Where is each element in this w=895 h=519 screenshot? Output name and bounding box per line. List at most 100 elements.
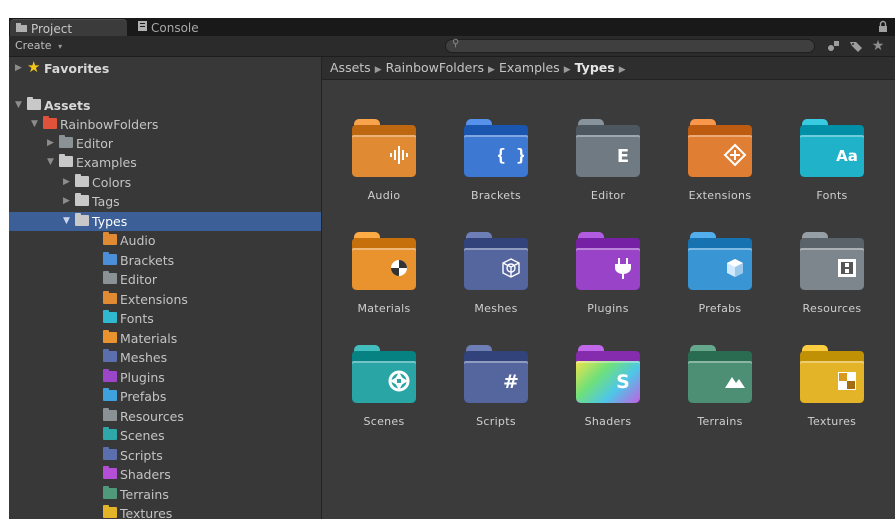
asset-folder-scenes[interactable]: Scenes [334, 345, 434, 455]
svg-text:E: E [617, 146, 629, 167]
asset-folder-terrains[interactable]: Terrains [670, 345, 770, 455]
tree-item-scripts[interactable]: Scripts [9, 446, 321, 465]
tree-item-plugins[interactable]: Plugins [9, 368, 321, 387]
chevron-down-icon: ▾ [58, 42, 63, 51]
tree-item-label: Resources [120, 409, 184, 424]
folder-icon [103, 252, 117, 265]
asset-folder-brackets[interactable]: { } Brackets [446, 119, 546, 229]
folder-icon [103, 408, 117, 421]
folder-icon: # [464, 345, 528, 403]
material-sphere-icon [386, 255, 412, 281]
tab-console-label: Console [151, 21, 199, 35]
search-by-type-icon[interactable] [827, 39, 841, 53]
asset-folder-materials[interactable]: Materials [334, 232, 434, 342]
collapse-arrow-icon[interactable]: ▶ [63, 173, 73, 192]
tree-item-favorites[interactable]: ▶ ★ Favorites [9, 58, 321, 78]
tree-item-textures[interactable]: Textures [9, 504, 321, 519]
tree-item-rainbowfolders[interactable]: ▼ RainbowFolders [9, 115, 321, 134]
tree-item-prefabs[interactable]: Prefabs [9, 387, 321, 406]
folder-icon [103, 349, 117, 362]
asset-folder-fonts[interactable]: Aa Fonts [782, 119, 882, 229]
tree-item-examples[interactable]: ▼ Examples [9, 153, 321, 172]
tree-item-editor[interactable]: Editor [9, 270, 321, 289]
folder-icon [103, 271, 117, 284]
lock-icon[interactable] [877, 20, 891, 33]
collapse-arrow-icon[interactable]: ▶ [47, 134, 57, 153]
asset-folder-label: Brackets [470, 189, 522, 202]
console-icon [138, 19, 147, 36]
diamond-plus-icon [722, 142, 748, 168]
collapse-arrow-icon[interactable]: ▶ [15, 59, 25, 78]
tab-project-label: Project [31, 22, 73, 36]
tree-item-label: Types [92, 214, 128, 229]
audio-waveform-icon [386, 142, 412, 168]
create-button[interactable]: Create ▾ [11, 38, 66, 54]
tree-item-colors[interactable]: ▶ Colors [9, 173, 321, 192]
folder-icon: E [576, 119, 640, 177]
tree-item-types[interactable]: ▼ Types [9, 212, 321, 231]
tab-console[interactable]: Console [132, 19, 242, 36]
svg-text:#: # [503, 371, 519, 393]
asset-folder-label: Fonts [816, 189, 848, 202]
tree-item-brackets[interactable]: Brackets [9, 251, 321, 270]
folder-icon [352, 232, 416, 290]
folder-icon [16, 20, 27, 37]
texture-checker-icon [834, 368, 860, 394]
resources-box-icon [834, 255, 860, 281]
search-by-label-icon[interactable] [849, 39, 863, 53]
tree-item-fonts[interactable]: Fonts [9, 309, 321, 328]
breadcrumb-examples[interactable]: Examples [499, 60, 560, 75]
asset-folder-textures[interactable]: Textures [782, 345, 882, 455]
asset-folder-audio[interactable]: Audio [334, 119, 434, 229]
asset-folder-editor[interactable]: E Editor [558, 119, 658, 229]
folder-icon [75, 174, 89, 187]
tree-item-assets[interactable]: ▼ Assets [9, 96, 321, 115]
folder-icon [103, 330, 117, 343]
asset-folder-plugins[interactable]: Plugins [558, 232, 658, 342]
expand-arrow-icon[interactable]: ▼ [15, 96, 25, 115]
asset-folder-scripts[interactable]: # Scripts [446, 345, 546, 455]
tree-item-extensions[interactable]: Extensions [9, 290, 321, 309]
asset-folder-label: Editor [590, 189, 626, 202]
tree-item-scenes[interactable]: Scenes [9, 426, 321, 445]
asset-folder-prefabs[interactable]: Prefabs [670, 232, 770, 342]
tree-item-editor[interactable]: ▶ Editor [9, 134, 321, 153]
tree-item-shaders[interactable]: Shaders [9, 465, 321, 484]
tree-item-audio[interactable]: Audio [9, 231, 321, 250]
breadcrumb-separator-icon: ▶ [618, 65, 626, 75]
expand-arrow-icon[interactable]: ▼ [47, 153, 57, 172]
breadcrumb-separator-icon: ▶ [563, 65, 571, 75]
asset-folder-meshes[interactable]: Meshes [446, 232, 546, 342]
tree-item-terrains[interactable]: Terrains [9, 485, 321, 504]
curly-brackets-icon: { } [496, 142, 527, 168]
expand-arrow-icon[interactable]: ▼ [31, 115, 41, 134]
folder-icon: Aa [800, 119, 864, 177]
breadcrumb-rainbowfolders[interactable]: RainbowFolders [386, 60, 484, 75]
search-icon: ⚲ [452, 38, 460, 49]
folder-icon [688, 119, 752, 177]
folder-icon [75, 213, 89, 226]
tree-item-tags[interactable]: ▶ Tags [9, 192, 321, 211]
asset-folder-resources[interactable]: Resources [782, 232, 882, 342]
tree-item-label: Favorites [44, 61, 110, 76]
asset-folder-shaders[interactable]: S Shaders [558, 345, 658, 455]
tree-item-materials[interactable]: Materials [9, 329, 321, 348]
folder-icon [59, 135, 73, 148]
tree-item-meshes[interactable]: Meshes [9, 348, 321, 367]
letter-e-icon: E [610, 142, 636, 168]
hash-icon: # [498, 368, 524, 394]
tree-item-label: Scripts [120, 448, 163, 463]
tree-item-resources[interactable]: Resources [9, 407, 321, 426]
folder-icon [103, 447, 117, 460]
search-input[interactable]: ⚲ [445, 38, 815, 53]
expand-arrow-icon[interactable]: ▼ [63, 212, 73, 231]
tab-bar: Project Console [9, 18, 895, 37]
collapse-arrow-icon[interactable]: ▶ [63, 192, 73, 211]
tree-item-label: Extensions [120, 292, 188, 307]
folder-icon [800, 345, 864, 403]
asset-folder-extensions[interactable]: Extensions [670, 119, 770, 229]
favorites-star-icon[interactable]: ★ [871, 39, 885, 53]
tab-project[interactable]: Project [10, 19, 127, 37]
breadcrumb-types[interactable]: Types [575, 60, 615, 75]
breadcrumb-assets[interactable]: Assets [330, 60, 371, 75]
